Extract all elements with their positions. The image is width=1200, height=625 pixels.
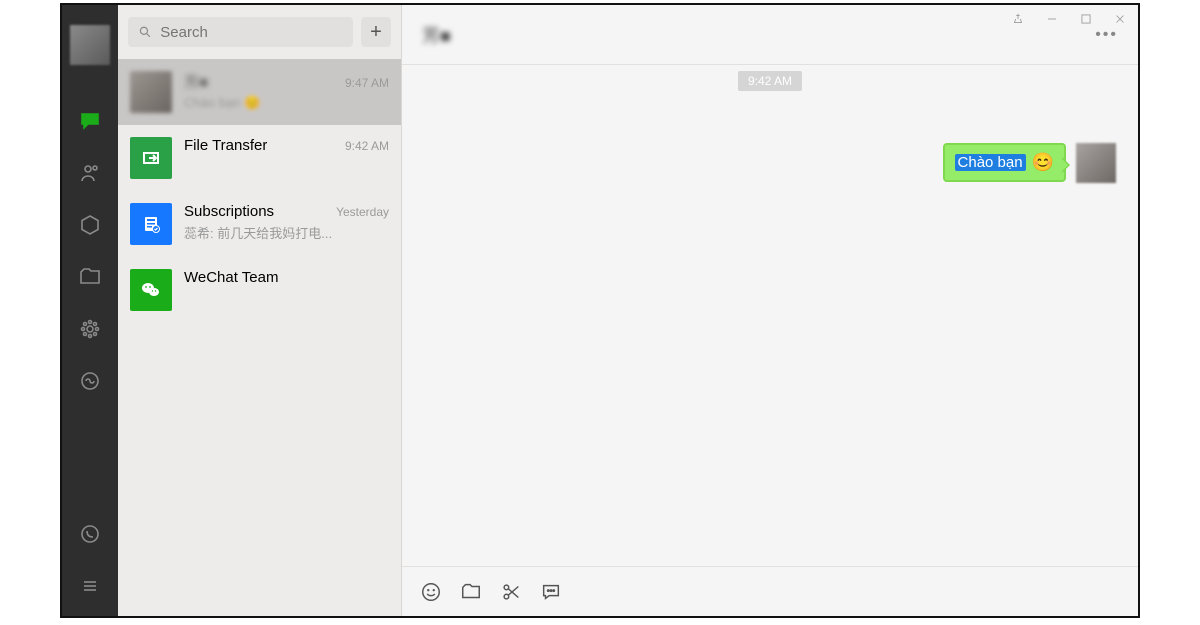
message-avatar[interactable] [1076, 143, 1116, 183]
conversation-time: Yesterday [336, 205, 389, 219]
message-row: Chào bạn 😊 [424, 143, 1116, 183]
left-rail [62, 5, 118, 616]
conversation-avatar [130, 137, 172, 179]
my-avatar[interactable] [70, 25, 110, 65]
search-input[interactable] [160, 24, 343, 41]
scissors-icon[interactable] [500, 581, 522, 603]
minimize-icon[interactable] [1044, 11, 1060, 27]
conversation-list: + 芳■ 9:47 AM Chào bạn 😊 [118, 5, 402, 616]
timestamp-pill: 9:42 AM [738, 71, 802, 91]
chat-panel: 芳■ ••• 9:42 AM Chào bạn 😊 [402, 5, 1138, 616]
message-bubble[interactable]: Chào bạn 😊 [943, 143, 1066, 182]
conversation-time: 9:47 AM [345, 76, 389, 90]
conversation-item[interactable]: WeChat Team [118, 257, 401, 323]
miniprogram-tab-icon[interactable] [78, 369, 102, 393]
chat-messages: 9:42 AM Chào bạn 😊 [402, 65, 1138, 566]
conversation-item[interactable]: File Transfer 9:42 AM [118, 125, 401, 191]
favorites-tab-icon[interactable] [78, 213, 102, 237]
window-controls [1010, 11, 1128, 27]
conversation-avatar [130, 269, 172, 311]
chat-input-toolbar [402, 566, 1138, 616]
maximize-icon[interactable] [1078, 11, 1094, 27]
pin-icon[interactable] [1010, 11, 1026, 27]
emoji-icon[interactable] [420, 581, 442, 603]
chat-log-icon[interactable] [540, 581, 562, 603]
chat-tab-icon[interactable] [78, 109, 102, 133]
message-text: Chào bạn [955, 154, 1026, 171]
contacts-tab-icon[interactable] [78, 161, 102, 185]
conversation-preview: 蕊希: 前几天给我妈打电... [184, 223, 389, 242]
files-tab-icon[interactable] [78, 265, 102, 289]
conversation-item[interactable]: 芳■ 9:47 AM Chào bạn 😊 [118, 59, 401, 125]
conversation-name: File Transfer [184, 137, 267, 154]
conversation-name: Subscriptions [184, 203, 274, 220]
phone-tab-icon[interactable] [78, 522, 102, 546]
message-emoji: 😊 [1032, 152, 1054, 173]
conversation-preview: Chào bạn 😊 [184, 95, 389, 111]
search-icon [138, 24, 152, 40]
conversation-name: 芳■ [184, 71, 208, 92]
conversation-avatar [130, 71, 172, 113]
chat-title: 芳■ [422, 22, 451, 48]
chat-more-icon[interactable]: ••• [1095, 26, 1118, 44]
conversation-item[interactable]: Subscriptions Yesterday 蕊希: 前几天给我妈打电... [118, 191, 401, 257]
wechat-window: + 芳■ 9:47 AM Chào bạn 😊 [60, 3, 1140, 618]
more-tab-icon[interactable] [78, 574, 102, 598]
add-button[interactable]: + [361, 17, 391, 47]
conversation-time: 9:42 AM [345, 139, 389, 153]
moments-tab-icon[interactable] [78, 317, 102, 341]
close-icon[interactable] [1112, 11, 1128, 27]
folder-icon[interactable] [460, 581, 482, 603]
conversation-name: WeChat Team [184, 269, 279, 286]
search-input-wrap[interactable] [128, 17, 353, 47]
conversation-avatar [130, 203, 172, 245]
search-bar: + [118, 5, 401, 59]
